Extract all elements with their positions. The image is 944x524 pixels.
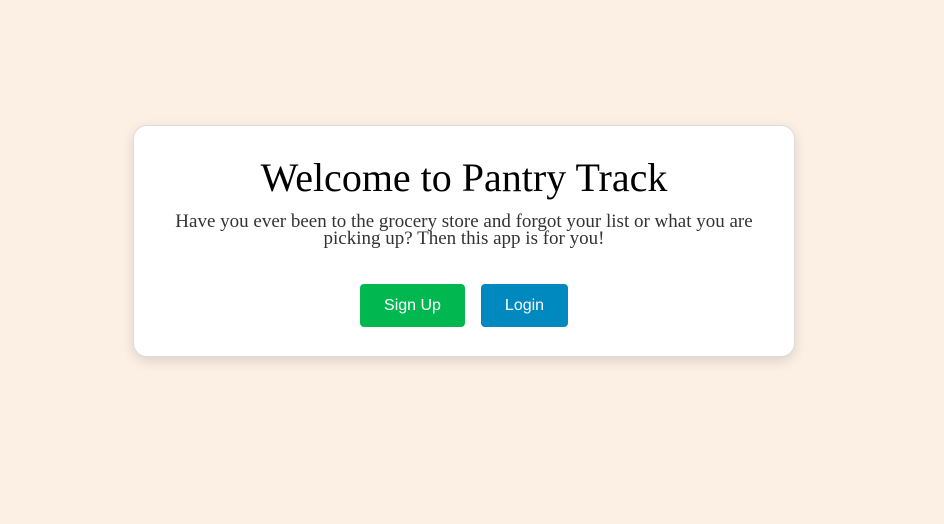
- sign-up-button[interactable]: Sign Up: [360, 284, 465, 327]
- welcome-card: Welcome to Pantry Track Have you ever be…: [133, 125, 795, 357]
- login-button[interactable]: Login: [481, 284, 568, 327]
- page-title: Welcome to Pantry Track: [260, 155, 668, 200]
- welcome-description: Have you ever been to the grocery store …: [175, 211, 753, 249]
- auth-buttons: Sign Up Login: [134, 284, 794, 327]
